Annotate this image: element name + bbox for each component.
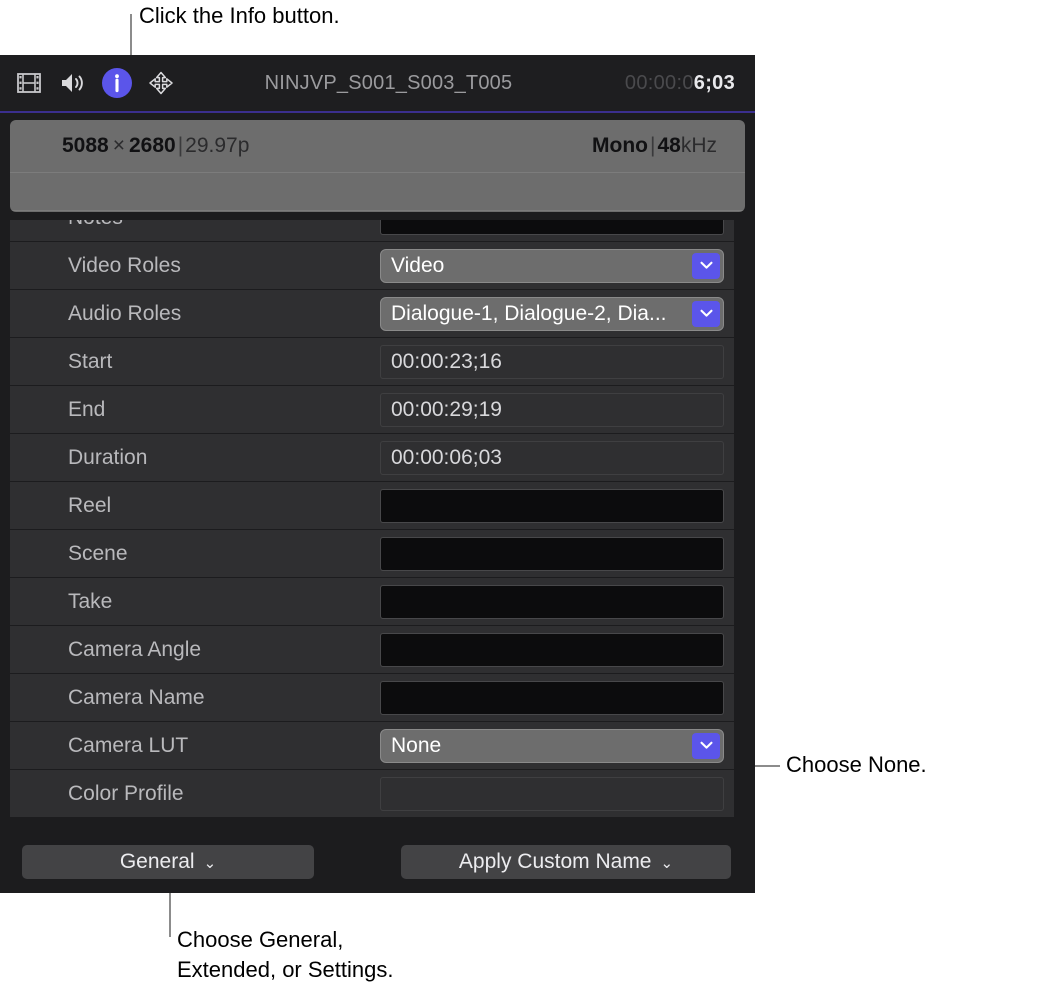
metadata-row-label: Take bbox=[10, 590, 380, 614]
view-callout-text-line1: Choose General, bbox=[177, 925, 343, 955]
metadata-row: Reel bbox=[10, 482, 734, 530]
metadata-row: Video Roles Video bbox=[10, 242, 734, 290]
apply-custom-name-button-label: Apply Custom Name bbox=[459, 850, 652, 874]
metadata-row-value-cell bbox=[380, 585, 734, 619]
metadata-row-value-cell bbox=[380, 777, 734, 811]
clip-summary-row-empty bbox=[10, 173, 745, 211]
info-callout-text: Click the Info button. bbox=[139, 1, 340, 31]
inspector-toolbar: NINJVP_S001_S003_T005 00:00:06;03 bbox=[0, 55, 755, 111]
metadata-text-field[interactable] bbox=[380, 585, 724, 619]
metadata-list: Notes Video Roles Video Audio Roles Dialogue… bbox=[10, 220, 734, 818]
resolution-separator-x: × bbox=[109, 134, 129, 157]
metadata-row-value-cell bbox=[380, 681, 734, 715]
metadata-row-value-cell: 00:00:29;19 bbox=[380, 393, 734, 427]
video-summary-divider: | bbox=[176, 134, 185, 157]
metadata-row-label: Scene bbox=[10, 542, 380, 566]
chevron-down-icon[interactable] bbox=[692, 301, 720, 327]
metadata-popup-button[interactable]: None bbox=[380, 729, 724, 763]
metadata-popup-value: None bbox=[391, 734, 441, 758]
audio-sample-rate-value: 48 bbox=[657, 134, 680, 157]
metadata-popup-button[interactable]: Video bbox=[380, 249, 724, 283]
audio-channels: Mono bbox=[592, 134, 648, 157]
clip-name: NINJVP_S001_S003_T005 bbox=[152, 72, 625, 95]
metadata-row: Camera LUT None bbox=[10, 722, 734, 770]
view-callout-leader bbox=[169, 893, 171, 937]
video-summary: 5088×2680|29.97p bbox=[62, 134, 249, 158]
metadata-row: Color Profile bbox=[10, 770, 734, 818]
metadata-text-field[interactable]: 00:00:06;03 bbox=[380, 441, 724, 475]
timecode-display[interactable]: 00:00:06;03 bbox=[625, 72, 735, 95]
metadata-row-label: Reel bbox=[10, 494, 380, 518]
resolution-width: 5088 bbox=[62, 134, 109, 157]
metadata-text-field[interactable] bbox=[380, 777, 724, 811]
metadata-row-value-cell: None bbox=[380, 729, 734, 763]
metadata-row-label: Camera LUT bbox=[10, 734, 380, 758]
metadata-text-field[interactable] bbox=[380, 537, 724, 571]
metadata-row-label: Notes bbox=[10, 220, 380, 230]
metadata-row-value-cell: 00:00:06;03 bbox=[380, 441, 734, 475]
metadata-row-value-cell bbox=[380, 489, 734, 523]
clip-summary-box: 5088×2680|29.97p Mono|48kHz bbox=[10, 120, 745, 212]
metadata-row-label: Video Roles bbox=[10, 254, 380, 278]
audio-sample-rate-unit: kHz bbox=[681, 134, 717, 157]
metadata-popup-button[interactable]: Dialogue-1, Dialogue-2, Dia... bbox=[380, 297, 724, 331]
metadata-view-button-label: General bbox=[120, 850, 195, 874]
info-icon[interactable] bbox=[102, 68, 132, 98]
metadata-row: Audio Roles Dialogue-1, Dialogue-2, Dia..… bbox=[10, 290, 734, 338]
apply-custom-name-button[interactable]: Apply Custom Name ⌄ bbox=[401, 845, 731, 879]
metadata-row-label: Camera Angle bbox=[10, 638, 380, 662]
metadata-row: Camera Angle bbox=[10, 626, 734, 674]
clip-summary-section: 5088×2680|29.97p Mono|48kHz bbox=[0, 113, 755, 220]
metadata-row-label: Camera Name bbox=[10, 686, 380, 710]
metadata-text-field[interactable] bbox=[380, 489, 724, 523]
camera-lut-callout-text: Choose None. bbox=[786, 750, 927, 780]
metadata-row-label: Duration bbox=[10, 446, 380, 470]
metadata-row-label: Color Profile bbox=[10, 782, 380, 806]
metadata-row-label: Start bbox=[10, 350, 380, 374]
audio-icon[interactable] bbox=[58, 68, 88, 98]
metadata-row: Notes bbox=[10, 220, 734, 242]
metadata-row-value-cell bbox=[380, 537, 734, 571]
metadata-row-value-cell bbox=[380, 633, 734, 667]
chevron-down-icon: ⌄ bbox=[661, 856, 674, 871]
chevron-down-icon: ⌄ bbox=[204, 856, 217, 871]
metadata-text-field[interactable] bbox=[380, 220, 724, 235]
metadata-row: Start00:00:23;16 bbox=[10, 338, 734, 386]
metadata-row-value-cell: Dialogue-1, Dialogue-2, Dia... bbox=[380, 297, 734, 331]
metadata-row: Camera Name bbox=[10, 674, 734, 722]
metadata-scroll-area[interactable]: Notes Video Roles Video Audio Roles Dialogue… bbox=[0, 220, 755, 828]
timecode-dim-part: 00:00:0 bbox=[625, 72, 694, 94]
chevron-down-icon[interactable] bbox=[692, 733, 720, 759]
audio-summary: Mono|48kHz bbox=[592, 134, 717, 158]
resolution-height: 2680 bbox=[129, 134, 176, 157]
timecode-bright-part: 6;03 bbox=[694, 72, 735, 94]
video-icon[interactable] bbox=[14, 68, 44, 98]
metadata-row-value-cell: Video bbox=[380, 249, 734, 283]
metadata-row-value-cell: 00:00:23;16 bbox=[380, 345, 734, 379]
metadata-popup-value: Dialogue-1, Dialogue-2, Dia... bbox=[391, 302, 666, 326]
inspector-bottom-bar: General ⌄ Apply Custom Name ⌄ bbox=[0, 831, 755, 893]
metadata-row-value-cell bbox=[380, 220, 734, 235]
metadata-popup-value: Video bbox=[391, 254, 444, 278]
metadata-scrollbar-gutter[interactable] bbox=[734, 220, 755, 828]
chevron-down-icon[interactable] bbox=[692, 253, 720, 279]
metadata-text-field[interactable]: 00:00:23;16 bbox=[380, 345, 724, 379]
metadata-row: Duration00:00:06;03 bbox=[10, 434, 734, 482]
frame-rate: 29.97p bbox=[185, 134, 249, 157]
metadata-row: End00:00:29;19 bbox=[10, 386, 734, 434]
metadata-text-field[interactable] bbox=[380, 633, 724, 667]
metadata-text-field[interactable]: 00:00:29;19 bbox=[380, 393, 724, 427]
metadata-text-field[interactable] bbox=[380, 681, 724, 715]
metadata-row: Take bbox=[10, 578, 734, 626]
info-inspector-panel: NINJVP_S001_S003_T005 00:00:06;03 5088×2… bbox=[0, 55, 755, 893]
metadata-view-button[interactable]: General ⌄ bbox=[22, 845, 314, 879]
metadata-row: Scene bbox=[10, 530, 734, 578]
metadata-row-label: End bbox=[10, 398, 380, 422]
view-callout-text-line2: Extended, or Settings. bbox=[177, 955, 393, 985]
metadata-row-label: Audio Roles bbox=[10, 302, 380, 326]
clip-summary-row: 5088×2680|29.97p Mono|48kHz bbox=[10, 120, 745, 173]
